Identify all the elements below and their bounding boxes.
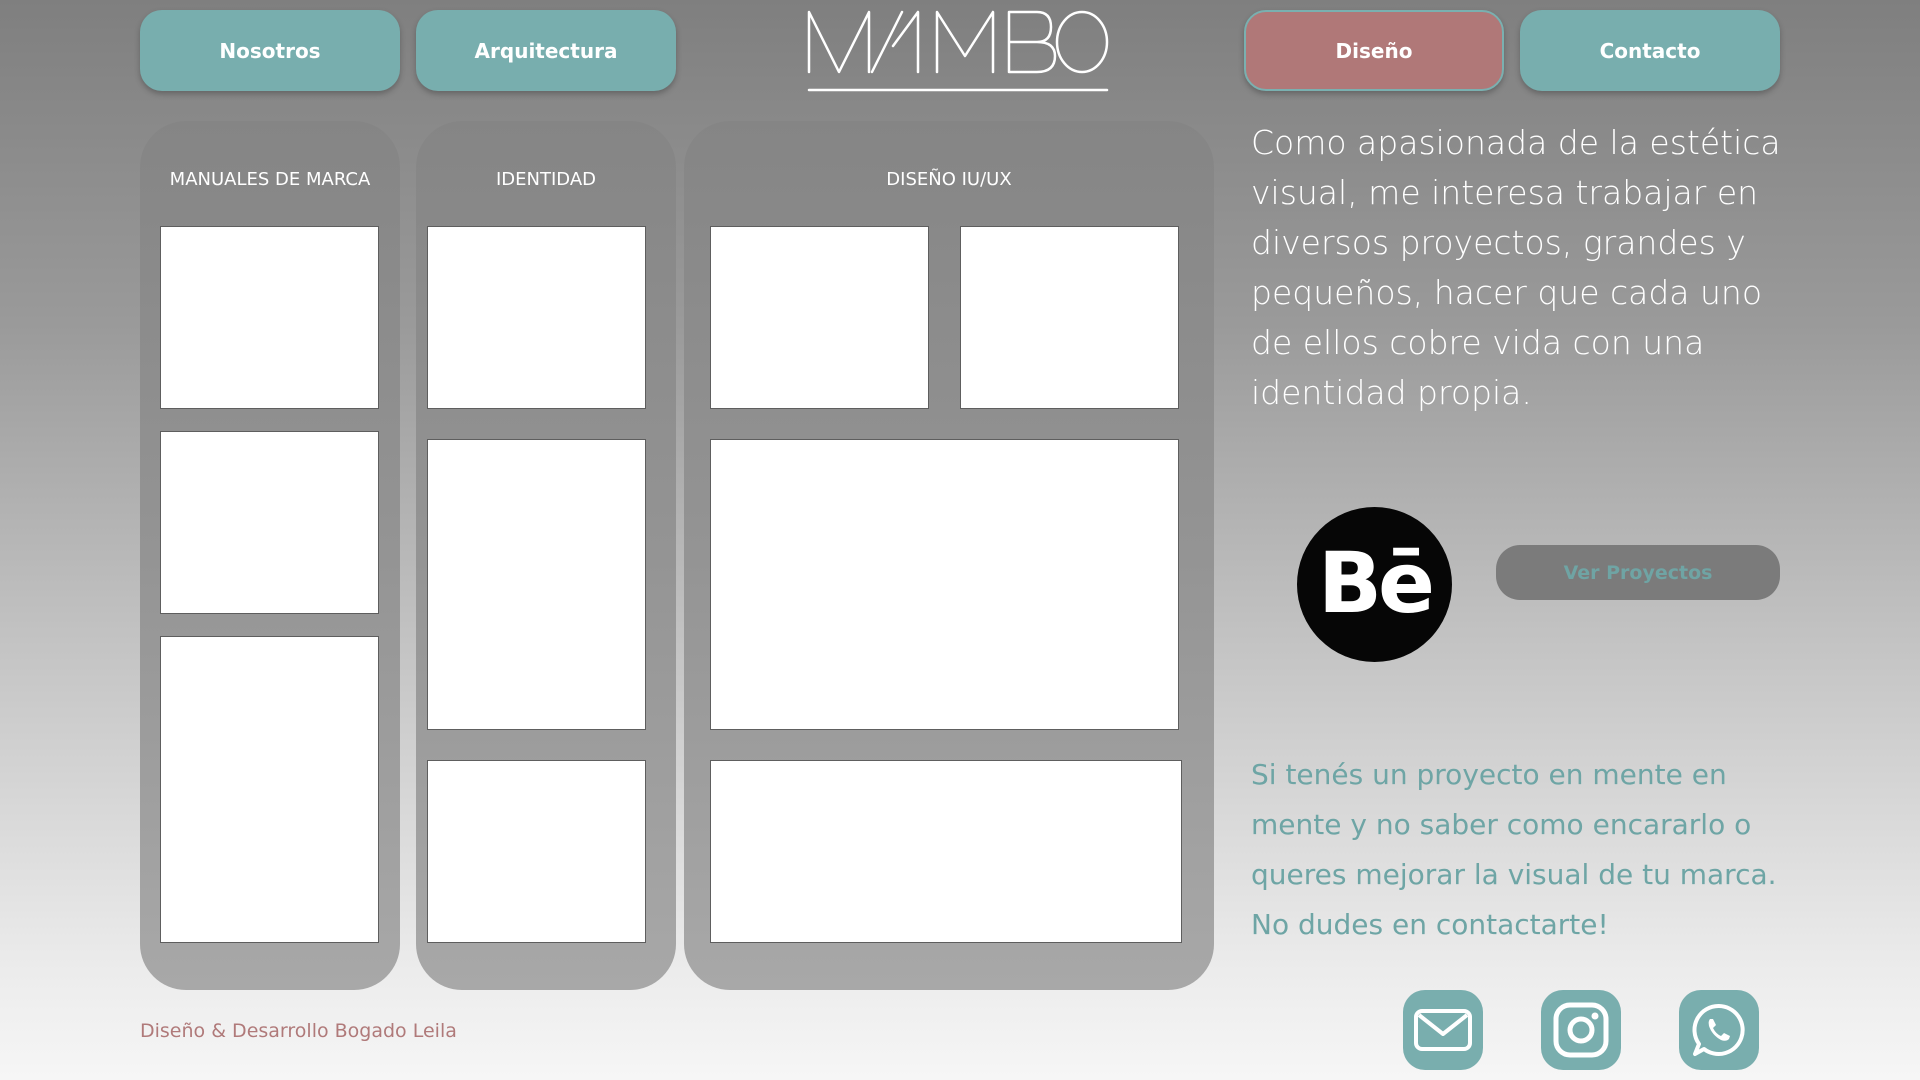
nav-label: Nosotros bbox=[219, 38, 321, 63]
nav-label: Arquitectura bbox=[474, 38, 618, 63]
ver-proyectos-button[interactable]: Ver Proyectos bbox=[1496, 545, 1780, 600]
whatsapp-icon[interactable] bbox=[1679, 990, 1759, 1070]
project-thumbnail[interactable] bbox=[427, 439, 646, 730]
intro-text: Como apasionada de la estética visual, m… bbox=[1251, 123, 1781, 412]
project-thumbnail[interactable] bbox=[960, 226, 1179, 409]
project-thumbnail[interactable] bbox=[160, 431, 379, 614]
column-title: IDENTIDAD bbox=[495, 169, 597, 190]
footer-credit: Diseño & Desarrollo Bogado Leila bbox=[140, 1020, 457, 1042]
project-thumbnail[interactable] bbox=[710, 439, 1179, 730]
button-label: Ver Proyectos bbox=[1563, 561, 1713, 584]
project-thumbnail[interactable] bbox=[427, 760, 646, 943]
column-title: DISEÑO IU/UX bbox=[886, 169, 1012, 190]
nav-label: Contacto bbox=[1599, 38, 1701, 63]
column-diseno-iu-ux: DISEÑO IU/UX bbox=[684, 121, 1214, 990]
behance-logo-text: Bē bbox=[1318, 533, 1435, 632]
instagram-icon[interactable] bbox=[1541, 990, 1621, 1070]
project-thumbnail[interactable] bbox=[710, 226, 929, 409]
nav-button-contacto[interactable]: Contacto bbox=[1520, 10, 1780, 91]
nav-button-arquitectura[interactable]: Arquitectura bbox=[416, 10, 676, 91]
nav-label: Diseño bbox=[1335, 38, 1413, 63]
project-thumbnail[interactable] bbox=[160, 226, 379, 409]
mambo-logo[interactable] bbox=[805, 8, 1111, 94]
column-manuales-de-marca: MANUALES DE MARCA bbox=[140, 121, 400, 990]
column-identidad: IDENTIDAD bbox=[416, 121, 676, 990]
nav-button-diseno[interactable]: Diseño bbox=[1244, 10, 1504, 91]
project-thumbnail[interactable] bbox=[710, 760, 1182, 943]
project-thumbnail[interactable] bbox=[160, 636, 379, 943]
nav-button-nosotros[interactable]: Nosotros bbox=[140, 10, 400, 91]
project-thumbnail[interactable] bbox=[427, 226, 646, 409]
column-title: MANUALES DE MARCA bbox=[169, 169, 371, 190]
cta-text: Si tenés un proyecto en mente en mente y… bbox=[1251, 758, 1777, 941]
behance-icon[interactable]: Bē bbox=[1297, 507, 1452, 662]
mail-icon[interactable] bbox=[1403, 990, 1483, 1070]
